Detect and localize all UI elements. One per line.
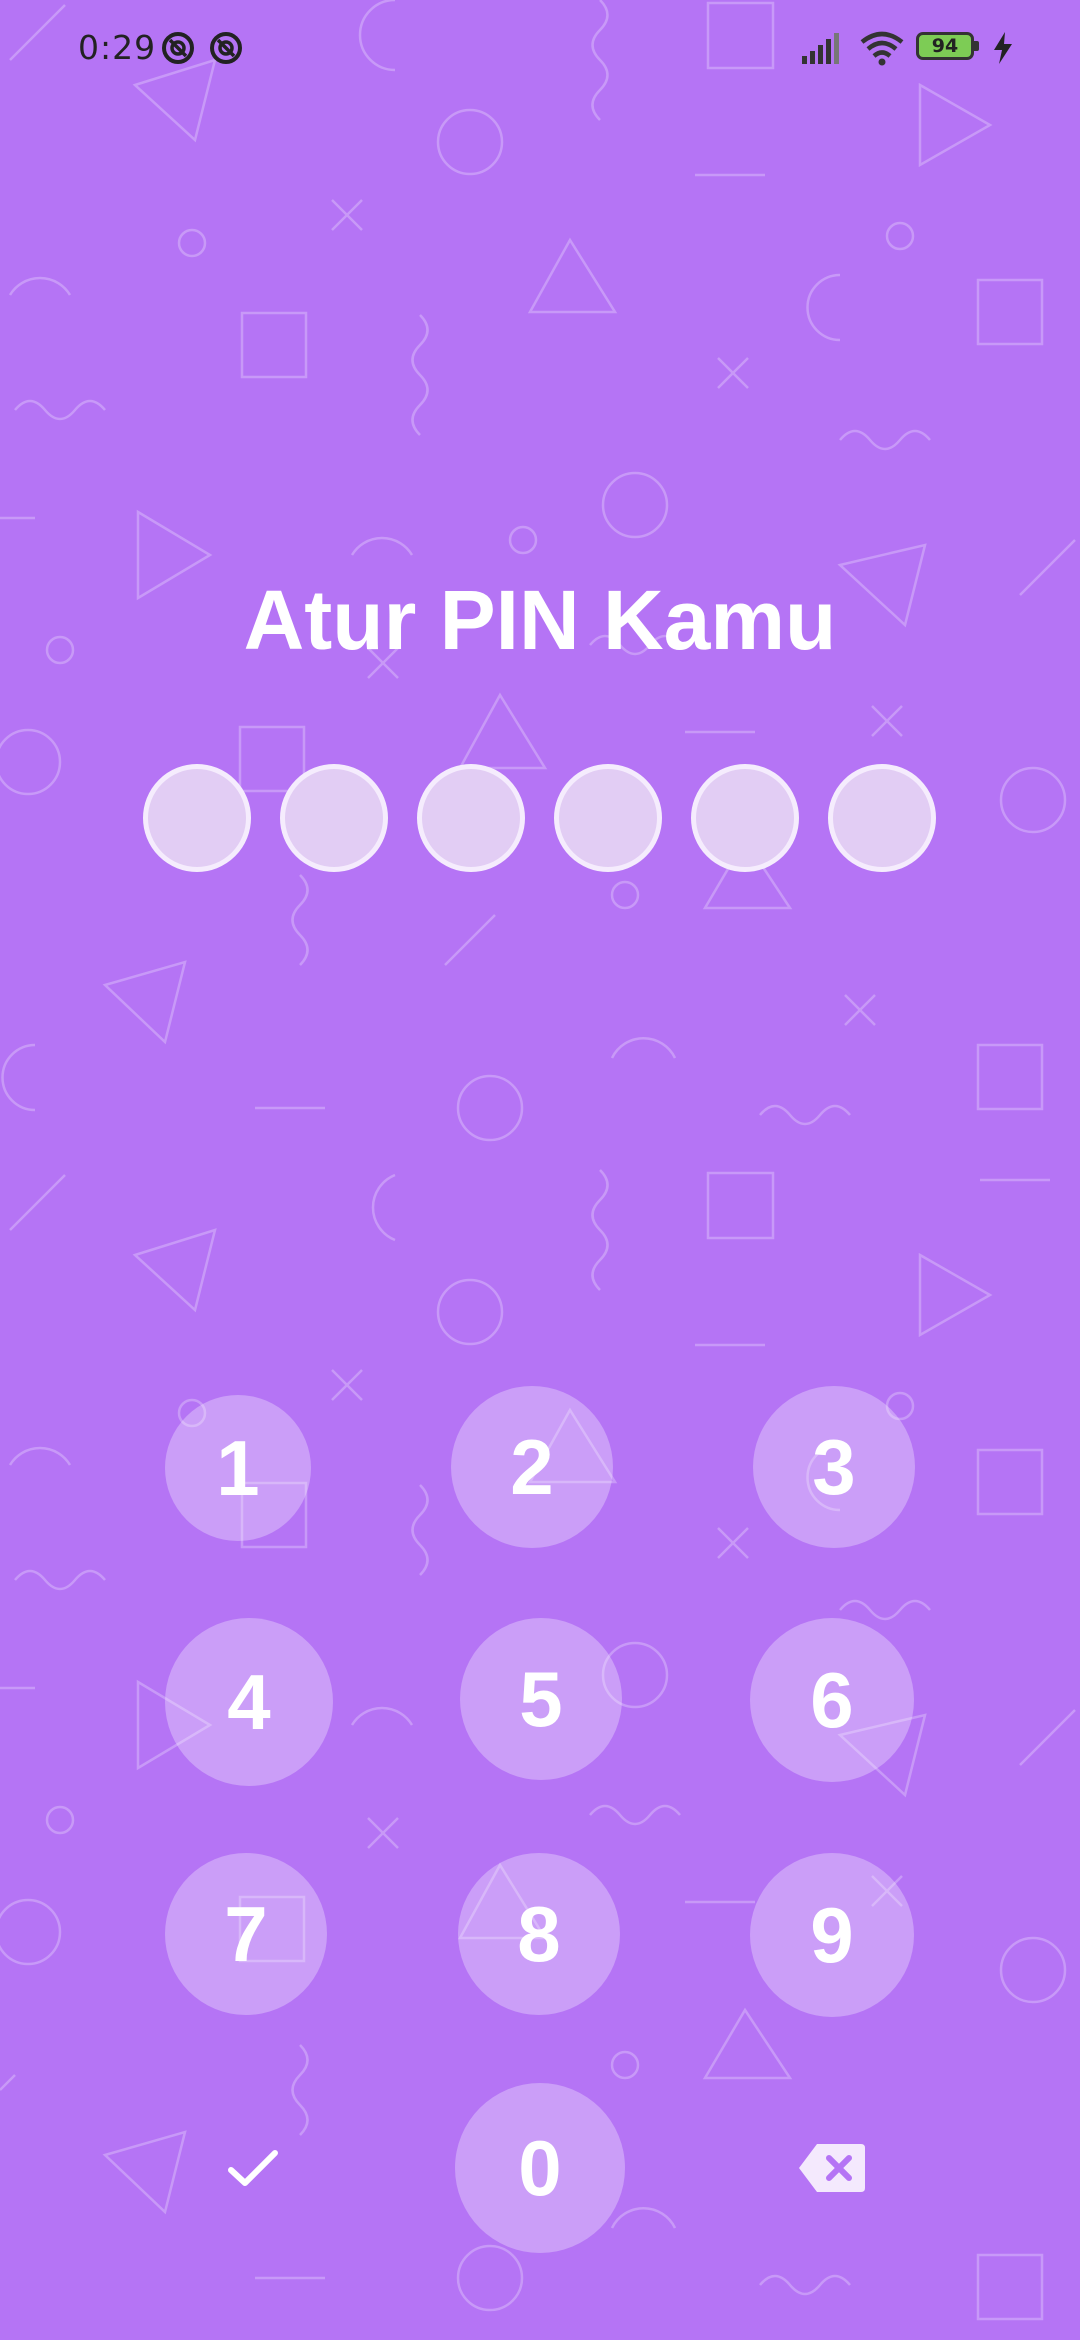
key-6[interactable]: 6 xyxy=(750,1618,914,1782)
pin-dot xyxy=(417,764,525,872)
key-7[interactable]: 7 xyxy=(165,1853,327,2015)
pin-dot xyxy=(143,764,251,872)
pin-dot xyxy=(691,764,799,872)
pin-dot xyxy=(828,764,936,872)
app-notification-icon xyxy=(210,32,242,64)
delete-button[interactable] xyxy=(782,2126,882,2210)
key-9[interactable]: 9 xyxy=(750,1853,914,2017)
confirm-button[interactable] xyxy=(205,2126,301,2210)
key-3[interactable]: 3 xyxy=(753,1386,915,1548)
key-8[interactable]: 8 xyxy=(458,1853,620,2015)
key-0[interactable]: 0 xyxy=(455,2083,625,2253)
check-icon xyxy=(228,2150,278,2186)
key-1[interactable]: 1 xyxy=(165,1395,311,1541)
app-notification-icon xyxy=(162,32,194,64)
bolt-icon xyxy=(994,32,1012,64)
pin-dot xyxy=(554,764,662,872)
pin-indicator xyxy=(0,764,1080,876)
wifi-icon xyxy=(860,31,904,66)
status-time: 0:29 xyxy=(78,28,157,67)
key-2[interactable]: 2 xyxy=(451,1386,613,1548)
battery-level: 94 xyxy=(931,35,959,57)
battery-icon: 94 xyxy=(916,32,980,62)
backspace-icon xyxy=(799,2144,865,2192)
status-bar: 0:29 94 xyxy=(0,0,1080,96)
key-4[interactable]: 4 xyxy=(165,1618,333,1786)
page-title: Atur PIN Kamu xyxy=(243,573,837,667)
signal-icon xyxy=(802,33,839,64)
key-5[interactable]: 5 xyxy=(460,1618,622,1780)
pin-dot xyxy=(280,764,388,872)
